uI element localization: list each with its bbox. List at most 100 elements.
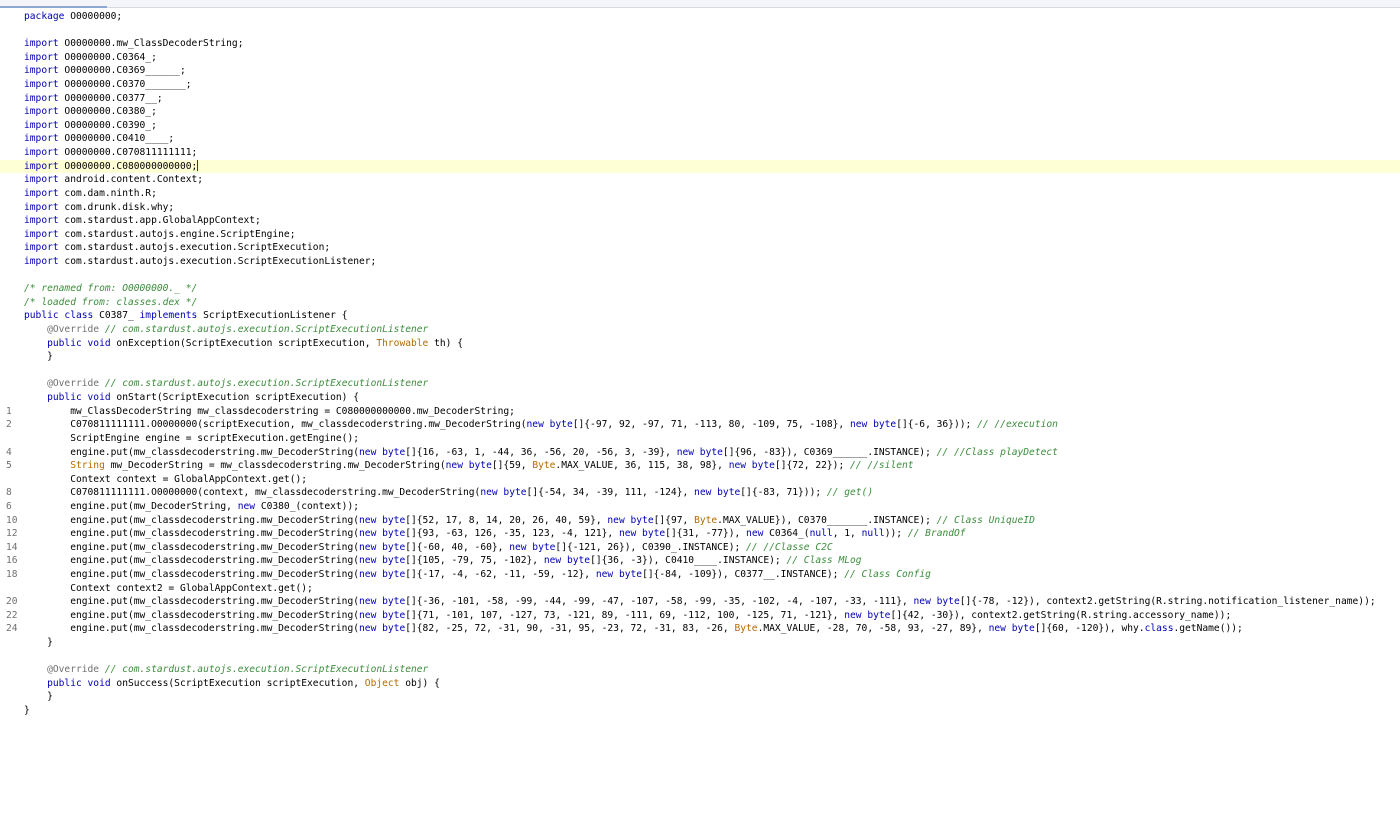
code-line[interactable] [0, 24, 1400, 38]
code-line[interactable]: import com.dam.ninth.R; [0, 187, 1400, 201]
code-line[interactable]: } [0, 350, 1400, 364]
code-line[interactable] [0, 364, 1400, 378]
code-line[interactable]: 14 engine.put(mw_classdecoderstring.mw_D… [0, 541, 1400, 555]
code-token-keyword: import [24, 215, 59, 227]
code-token-keyword: import [24, 79, 59, 91]
code-line[interactable]: package O0000000; [0, 10, 1400, 24]
code-token-plain: []{42, -30}), context2.getString(R.strin… [890, 609, 1232, 621]
code-token-keyword: new byte [359, 609, 406, 621]
code-token-plain: []{97, [653, 514, 695, 526]
code-token-comment: // com.stardust.autojs.execution.ScriptE… [104, 324, 429, 336]
code-token-annotation: @Override [24, 378, 100, 390]
code-token-plain: engine.put(mw_classdecoderstring.mw_Deco… [24, 446, 360, 458]
code-token-plain: []{96, -83}), C0369______.INSTANCE); [722, 446, 937, 458]
code-line[interactable]: @Override // com.stardust.autojs.executi… [0, 377, 1400, 391]
code-line[interactable]: import O0000000.C0370_______; [0, 78, 1400, 92]
code-token-plain: engine.put(mw_classdecoderstring.mw_Deco… [24, 541, 360, 553]
code-token-plain: []{-83, 71})); [740, 487, 827, 499]
code-line[interactable]: import O0000000.C0377__; [0, 92, 1400, 106]
code-token-keyword: new byte [526, 419, 573, 431]
code-line[interactable]: import com.stardust.app.GlobalAppContext… [0, 214, 1400, 228]
code-line[interactable]: import android.content.Context; [0, 173, 1400, 187]
code-token-plain: []{71, -101, 107, -127, 73, -121, 89, -1… [405, 609, 845, 621]
code-line[interactable]: 18 engine.put(mw_classdecoderstring.mw_D… [0, 568, 1400, 582]
code-token-keyword: new byte [543, 555, 591, 567]
code-editor[interactable]: package O0000000; import O0000000.mw_Clas… [0, 10, 1400, 718]
code-token-plain: O0000000.C0364_; [58, 51, 157, 63]
code-line[interactable]: /* renamed from: O0000000._ */ [0, 282, 1400, 296]
code-line[interactable]: 12 engine.put(mw_classdecoderstring.mw_D… [0, 527, 1400, 541]
code-line[interactable]: } [0, 636, 1400, 650]
code-line[interactable]: import O0000000.C070811111111; [0, 146, 1400, 160]
code-line[interactable]: import O0000000.C0380_; [0, 105, 1400, 119]
code-line[interactable]: @Override // com.stardust.autojs.executi… [0, 663, 1400, 677]
code-token-plain: onSuccess(ScriptExecution scriptExecutio… [110, 677, 365, 689]
code-line[interactable]: Context context2 = GlobalAppContext.get(… [0, 582, 1400, 596]
code-token-plain: onStart(ScriptExecution scriptExecution)… [110, 392, 360, 404]
code-line[interactable] [0, 269, 1400, 283]
code-token-keyword: new byte [694, 487, 741, 499]
code-text: public void onException(ScriptExecution … [24, 337, 463, 351]
code-token-keyword: public void [24, 337, 111, 349]
code-token-plain: } [24, 637, 53, 649]
line-number: 20 [6, 596, 18, 608]
code-text: } [24, 350, 53, 364]
code-token-plain: .MAX_VALUE, -28, 70, -58, 93, -27, 89}, [757, 623, 989, 635]
code-token-keyword: import [24, 92, 59, 104]
code-line[interactable]: 5 String mw_DecoderString = mw_classdeco… [0, 459, 1400, 473]
code-token-plain: com.stardust.app.GlobalAppContext; [58, 215, 261, 227]
code-line[interactable]: 4 engine.put(mw_classdecoderstring.mw_De… [0, 446, 1400, 460]
code-line[interactable]: import O0000000.C080000000000; [0, 159, 1400, 174]
code-token-comment: // //Classe C2C [746, 541, 833, 553]
code-token-keyword: import [24, 106, 59, 118]
code-line[interactable]: 2 C070811111111.O0000000(scriptExecution… [0, 418, 1400, 432]
code-line[interactable]: import com.stardust.autojs.engine.Script… [0, 228, 1400, 242]
code-token-plain: com.stardust.autojs.execution.ScriptExec… [58, 242, 331, 254]
code-line[interactable]: import O0000000.C0364_; [0, 51, 1400, 65]
code-line[interactable]: import O0000000.C0390_; [0, 119, 1400, 133]
code-line[interactable]: import com.stardust.autojs.execution.Scr… [0, 255, 1400, 269]
code-line[interactable]: public void onSuccess(ScriptExecution sc… [0, 677, 1400, 691]
code-text: import O0000000.C080000000000; [24, 159, 199, 174]
code-line[interactable]: import com.drunk.disk.why; [0, 201, 1400, 215]
code-line[interactable]: import com.stardust.autojs.execution.Scr… [0, 241, 1400, 255]
code-line[interactable]: 6 engine.put(mw_DecoderString, new C0380… [0, 500, 1400, 514]
code-line[interactable]: 20 engine.put(mw_classdecoderstring.mw_D… [0, 595, 1400, 609]
code-line[interactable]: ScriptEngine engine = scriptExecution.ge… [0, 432, 1400, 446]
code-line[interactable]: Context context = GlobalAppContext.get()… [0, 473, 1400, 487]
code-line[interactable]: @Override // com.stardust.autojs.executi… [0, 323, 1400, 337]
code-line[interactable]: } [0, 704, 1400, 718]
code-token-plain: com.drunk.disk.why; [58, 201, 175, 213]
code-line[interactable]: 16 engine.put(mw_classdecoderstring.mw_D… [0, 554, 1400, 568]
code-token-comment: // get() [826, 487, 874, 499]
code-line[interactable]: 8 C070811111111.O0000000(context, mw_cla… [0, 486, 1400, 500]
code-line[interactable]: 22 engine.put(mw_classdecoderstring.mw_D… [0, 609, 1400, 623]
code-line[interactable] [0, 650, 1400, 664]
code-line[interactable]: } [0, 690, 1400, 704]
code-token-plain: []{-36, -101, -58, -99, -44, -99, -47, -… [405, 596, 914, 608]
code-token-plain: O0000000.C070811111111; [58, 147, 198, 159]
code-text: engine.put(mw_classdecoderstring.mw_Deco… [24, 527, 965, 541]
code-token-plain: []{-121, 26}), C0390_.INSTANCE); [555, 541, 747, 553]
code-line[interactable]: 1 mw_ClassDecoderString mw_classdecoders… [0, 405, 1400, 419]
line-number: 12 [6, 528, 18, 540]
code-line[interactable]: public void onStart(ScriptExecution scri… [0, 391, 1400, 405]
code-line[interactable]: public class C0387_ implements ScriptExe… [0, 309, 1400, 323]
code-line[interactable]: import O0000000.C0369______; [0, 64, 1400, 78]
code-token-keyword: import [24, 201, 59, 213]
code-token-keyword: new byte [359, 528, 406, 540]
code-token-plain: com.stardust.autojs.engine.ScriptEngine; [58, 228, 296, 240]
code-token-plain: []{-97, 92, -97, 71, -113, 80, -109, 75,… [572, 419, 850, 431]
line-number: 24 [6, 623, 18, 635]
code-line[interactable]: 10 engine.put(mw_classdecoderstring.mw_D… [0, 514, 1400, 528]
code-text: import com.dam.ninth.R; [24, 187, 157, 201]
code-line[interactable]: 24 engine.put(mw_classdecoderstring.mw_D… [0, 622, 1400, 636]
code-token-comment: // Class Config [844, 568, 931, 580]
code-line[interactable]: import O0000000.C0410____; [0, 132, 1400, 146]
code-line[interactable]: import O0000000.mw_ClassDecoderString; [0, 37, 1400, 51]
code-token-plain: engine.put(mw_classdecoderstring.mw_Deco… [24, 623, 360, 635]
code-text: mw_ClassDecoderString mw_classdecoderstr… [24, 405, 515, 419]
code-line[interactable]: /* loaded from: classes.dex */ [0, 296, 1400, 310]
code-token-plain: C070811111111.O0000000(scriptExecution, … [24, 419, 527, 431]
code-line[interactable]: public void onException(ScriptExecution … [0, 337, 1400, 351]
